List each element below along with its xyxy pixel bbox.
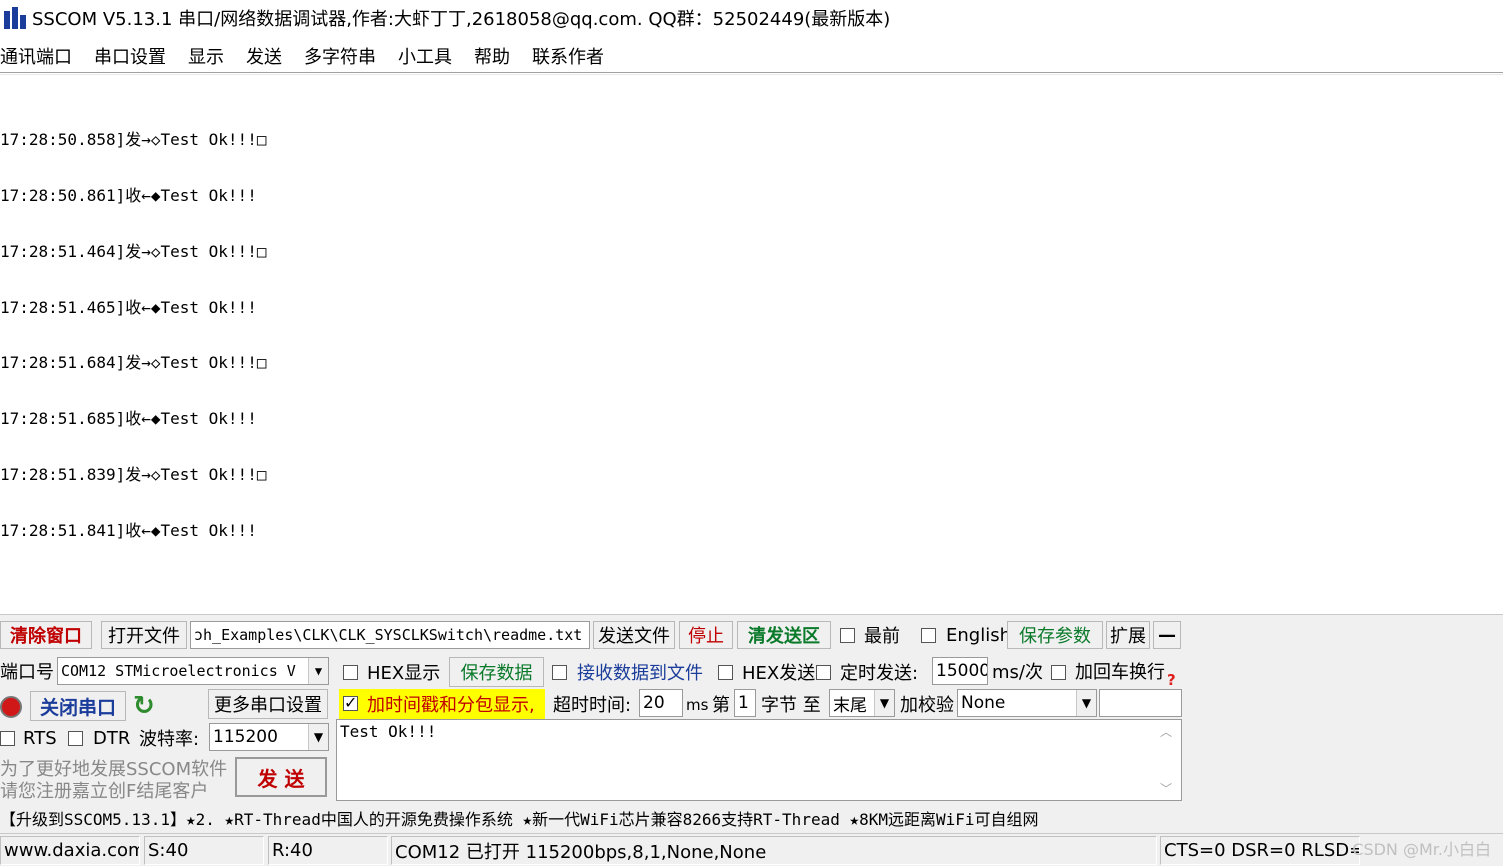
clear-send-button[interactable]: 清发送区 <box>737 621 831 649</box>
file-path-field[interactable]: ɔh_Examples\CLK\CLK_SYSCLKSwitch\readme.… <box>190 621 590 649</box>
receive-line: 17:28:50.861]收←◆Test Ok!!! <box>0 185 257 205</box>
byte-end-select-value: 末尾 <box>833 695 867 716</box>
timeout-label: 超时时间: <box>553 695 632 716</box>
port-select[interactable]: COM12 STMicroelectronics V ▼ <box>57 657 329 685</box>
promo-text-1: 为了更好地发展SSCOM软件 <box>0 759 228 780</box>
menu-comm-port[interactable]: 通讯端口 <box>0 43 83 69</box>
send-textarea[interactable]: Test Ok!!! <box>336 719 1182 801</box>
close-port-button[interactable]: 关闭串口 <box>30 691 126 721</box>
status-received-count: R:40 <box>268 836 388 865</box>
receive-line: 17:28:51.841]收←◆Test Ok!!! <box>0 520 257 540</box>
receive-log: 17:28:50.858]发→◇Test Ok!!!□ 17:28:50.861… <box>0 94 266 577</box>
byte-prefix: 第 <box>712 695 730 716</box>
timestamp-label: 加时间戳和分包显示, <box>367 695 535 716</box>
baud-select[interactable]: 115200 ▼ <box>209 723 329 751</box>
menu-multi-string[interactable]: 多字符串 <box>293 43 387 69</box>
expand-button[interactable]: 扩展 <box>1106 621 1150 649</box>
english-label: English <box>946 624 1011 646</box>
save-data-button[interactable]: 保存数据 <box>449 657 544 687</box>
checksum-select-value: None <box>961 693 1006 713</box>
menu-help[interactable]: 帮助 <box>463 43 521 69</box>
menu-tools[interactable]: 小工具 <box>387 43 463 69</box>
port-status-indicator-icon <box>0 696 22 718</box>
rts-label: RTS <box>23 727 57 749</box>
byte-end-select[interactable]: 末尾 ▼ <box>829 689 895 717</box>
status-port-info: COM12 已打开 115200bps,8,1,None,None <box>391 836 1157 865</box>
receive-line: 17:28:51.685]收←◆Test Ok!!! <box>0 409 257 429</box>
hex-send-label: HEX发送 <box>742 663 816 684</box>
status-website[interactable]: www.daxia.com <box>0 836 140 865</box>
checksum-select[interactable]: None ▼ <box>957 689 1097 717</box>
receive-line: 17:28:51.465]收←◆Test Ok!!! <box>0 297 257 317</box>
app-icon <box>2 5 28 31</box>
timed-send-label: 定时发送: <box>840 663 919 684</box>
receive-line: 17:28:51.839]发→◇Test Ok!!!□ <box>0 464 267 484</box>
watermark: CSDN @Mr.小白白 <box>1352 840 1491 859</box>
scroll-down-icon[interactable]: ﹀ <box>1160 780 1172 797</box>
help-icon[interactable]: ? <box>1167 671 1176 689</box>
send-button[interactable]: 发 送 <box>235 757 327 797</box>
scroll-up-icon[interactable]: ︿ <box>1160 723 1172 740</box>
interval-unit: ms/次 <box>992 662 1043 683</box>
chevron-down-icon: ▼ <box>1076 690 1096 716</box>
open-file-button[interactable]: 打开文件 <box>101 621 187 649</box>
status-modem-lines: CTS=0 DSR=0 RLSD=0 <box>1160 836 1360 865</box>
clear-window-button[interactable]: 清除窗口 <box>0 621 92 649</box>
news-ticker[interactable]: 【升级到SSCOM5.13.1】★2. ★RT-Thread中国人的开源免费操作… <box>0 805 1039 831</box>
chevron-down-icon: ▼ <box>308 658 328 684</box>
refresh-icon[interactable]: ↻ <box>133 691 155 721</box>
recv-to-file-label: 接收数据到文件 <box>577 663 703 684</box>
dtr-label: DTR <box>93 727 131 749</box>
menu-bar: 通讯端口 串口设置 显示 发送 多字符串 小工具 帮助 联系作者 <box>0 40 615 72</box>
add-crlf-label: 加回车换行 <box>1075 662 1165 683</box>
topmost-label: 最前 <box>864 626 900 647</box>
window-title: SSCOM V5.13.1 串口/网络数据调试器,作者:大虾丁丁,2618058… <box>32 9 891 30</box>
menu-display[interactable]: 显示 <box>177 43 235 69</box>
interval-input[interactable]: 15000 <box>932 657 988 685</box>
baud-label: 波特率: <box>139 729 200 750</box>
timeout-input[interactable]: 20 <box>639 689 683 717</box>
port-label: 端口号 <box>0 662 54 683</box>
status-bar: www.daxia.com S:40 R:40 COM12 已打开 115200… <box>0 833 1503 866</box>
timed-send-checkbox[interactable] <box>816 665 831 680</box>
collapse-button[interactable]: — <box>1153 621 1181 649</box>
chevron-down-icon: ▼ <box>308 724 328 750</box>
save-params-button[interactable]: 保存参数 <box>1007 621 1103 649</box>
menu-serial-settings[interactable]: 串口设置 <box>83 43 177 69</box>
menu-contact-author[interactable]: 联系作者 <box>521 43 615 69</box>
title-bar: SSCOM V5.13.1 串口/网络数据调试器,作者:大虾丁丁,2618058… <box>0 0 1503 36</box>
rts-checkbox[interactable] <box>0 731 15 746</box>
chevron-down-icon: ▼ <box>874 690 894 716</box>
promo-text-2: 请您注册嘉立创F结尾客户 <box>0 781 209 802</box>
menu-separator <box>0 72 1503 75</box>
baud-select-value: 115200 <box>213 727 278 747</box>
hex-display-label: HEX显示 <box>367 663 441 684</box>
timeout-unit: ms <box>686 696 709 714</box>
send-text: Test Ok!!! <box>340 722 437 741</box>
receive-line: 17:28:51.464]发→◇Test Ok!!!□ <box>0 241 267 261</box>
hex-display-checkbox[interactable] <box>343 665 358 680</box>
send-scrollbar[interactable]: ︿ ﹀ <box>1155 721 1179 799</box>
checksum-result-field[interactable] <box>1099 689 1182 717</box>
receive-area[interactable]: 17:28:50.858]发→◇Test Ok!!!□ 17:28:50.861… <box>0 76 1503 614</box>
more-settings-button[interactable]: 更多串口设置 <box>208 689 328 719</box>
port-select-value: COM12 STMicroelectronics V <box>61 662 296 680</box>
topmost-checkbox[interactable] <box>840 628 855 643</box>
send-file-button[interactable]: 发送文件 <box>593 621 675 649</box>
english-checkbox[interactable] <box>921 628 936 643</box>
hex-send-checkbox[interactable] <box>718 665 733 680</box>
timestamp-checkbox[interactable] <box>343 693 358 712</box>
receive-line: 17:28:50.858]发→◇Test Ok!!!□ <box>0 130 267 150</box>
byte-unit-label: 字节 至 <box>761 695 821 716</box>
recv-to-file-checkbox[interactable] <box>552 665 567 680</box>
dtr-checkbox[interactable] <box>68 731 83 746</box>
status-sent-count: S:40 <box>144 836 264 865</box>
byte-index-input[interactable]: 1 <box>734 689 756 717</box>
stop-button[interactable]: 停止 <box>679 621 733 649</box>
control-panel: 清除窗口 打开文件 ɔh_Examples\CLK\CLK_SYSCLKSwit… <box>0 614 1503 866</box>
add-crlf-checkbox[interactable] <box>1051 665 1066 680</box>
checksum-label: 加校验 <box>900 695 954 716</box>
menu-send[interactable]: 发送 <box>235 43 293 69</box>
receive-line: 17:28:51.684]发→◇Test Ok!!!□ <box>0 353 267 373</box>
